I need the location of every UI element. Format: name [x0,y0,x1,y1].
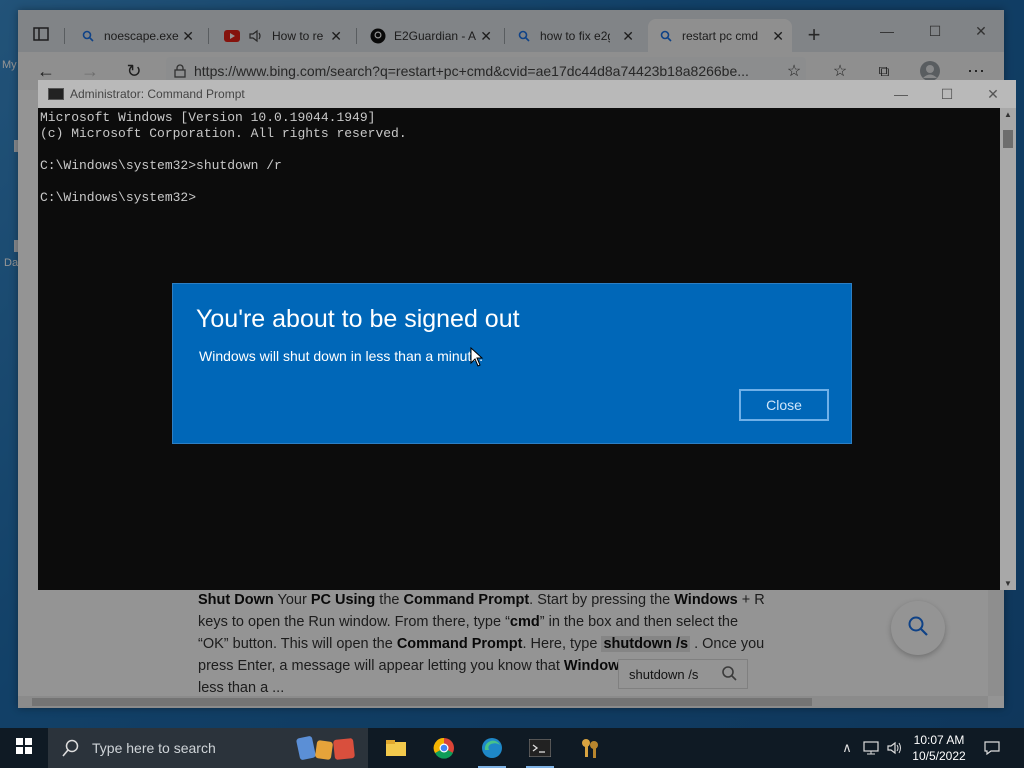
file-explorer-icon[interactable] [372,728,420,768]
clock-date: 10/5/2022 [912,749,966,763]
clock-time: 10:07 AM [913,733,965,747]
chrome-icon[interactable] [420,728,468,768]
cmd-minimize-button[interactable]: — [878,80,924,108]
mouse-cursor-icon [470,346,484,372]
cmd-maximize-button[interactable]: ☐ [924,80,970,108]
keys-app-icon[interactable] [566,728,614,768]
scroll-down-icon[interactable]: ▼ [1000,579,1016,588]
dialog-message: Windows will shut down in less than a mi… [199,348,484,364]
cmd-title: Administrator: Command Prompt [70,87,245,101]
windows-logo-icon [16,737,32,759]
cmd-close-button[interactable]: ✕ [970,80,1016,108]
cmd-icon [48,88,64,100]
taskbar-search-box[interactable]: Type here to search [48,728,368,768]
system-clock[interactable]: 10:07 AM 10/5/2022 [908,732,970,764]
network-icon[interactable] [860,728,882,768]
signout-dialog: You're about to be signed out Windows wi… [172,283,852,444]
cmd-title-bar[interactable]: Administrator: Command Prompt — ☐ ✕ [38,80,1016,108]
taskbar: Type here to search ∧ 10:07 AM 10/5/2022 [0,728,1024,768]
start-button[interactable] [0,728,48,768]
dialog-title: You're about to be signed out [196,305,520,333]
search-placeholder: Type here to search [92,740,216,756]
edge-icon[interactable] [468,728,516,768]
volume-icon[interactable] [884,728,906,768]
scroll-up-icon[interactable]: ▲ [1000,110,1016,119]
command-prompt-icon[interactable] [516,728,564,768]
search-icon [62,739,80,757]
search-highlight-icon[interactable] [296,733,360,763]
tray-overflow-icon[interactable]: ∧ [836,728,858,768]
close-button[interactable]: Close [739,389,829,421]
notifications-icon[interactable] [980,728,1004,768]
cmd-scrollbar[interactable]: ▲ ▼ [1000,108,1016,590]
